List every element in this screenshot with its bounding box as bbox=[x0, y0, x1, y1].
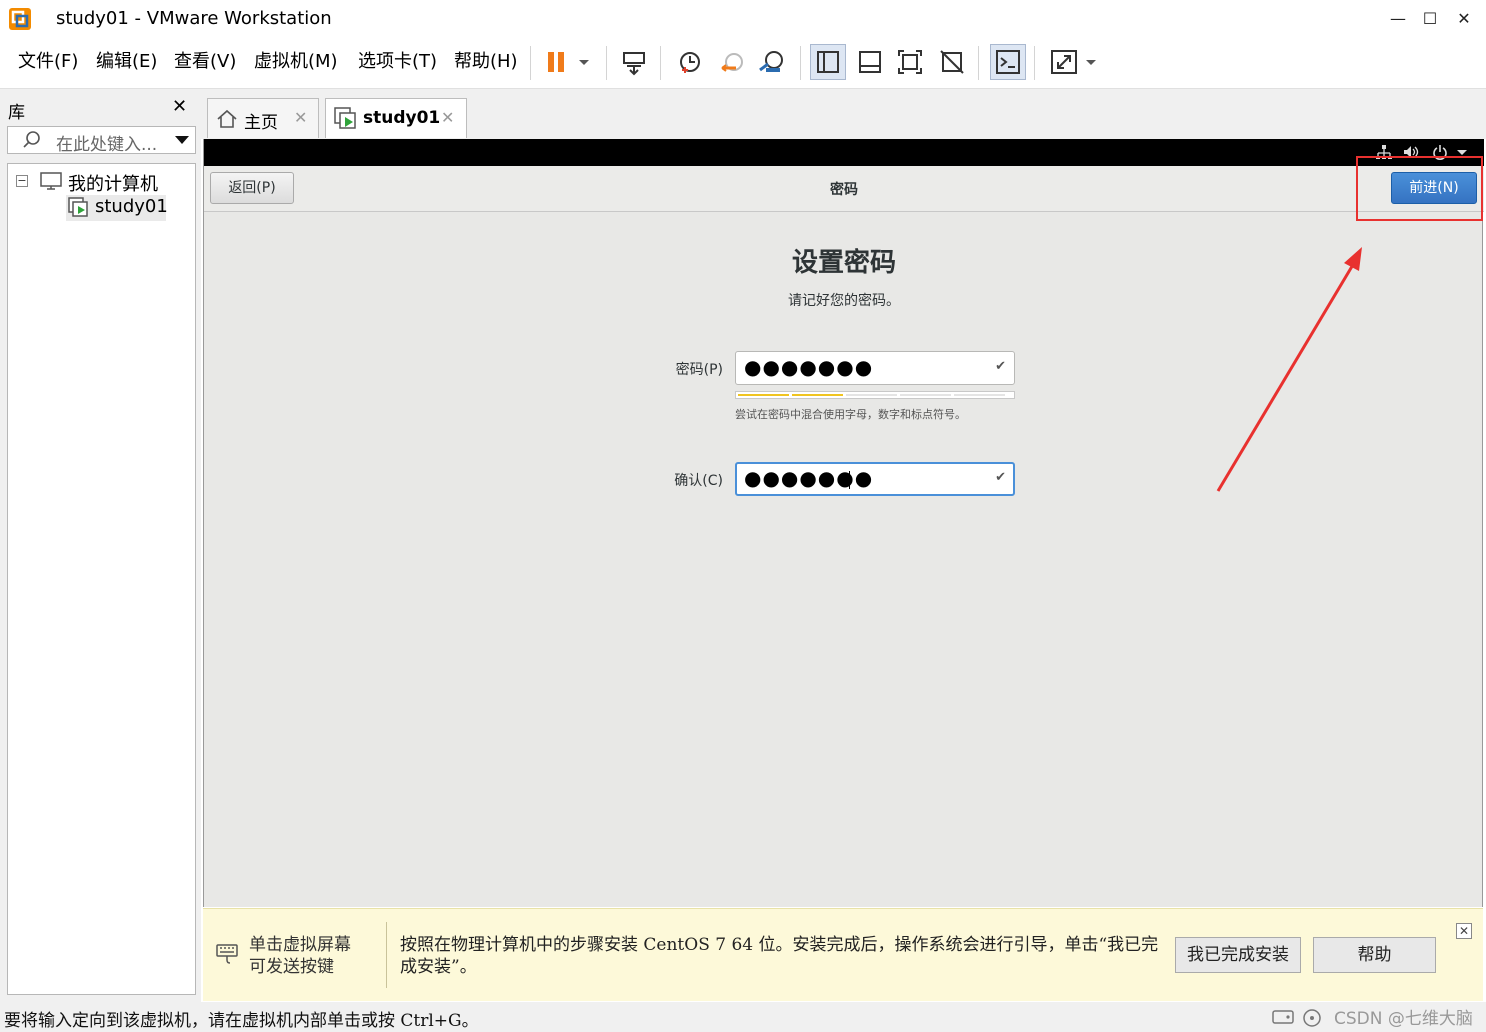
strength-segment bbox=[900, 394, 951, 396]
home-icon bbox=[216, 109, 238, 129]
back-button[interactable]: 返回(P) bbox=[210, 172, 294, 204]
keyboard-icon bbox=[215, 942, 239, 966]
password-label: 密码(P) bbox=[675, 362, 723, 378]
tab-home-label: 主页 bbox=[244, 113, 278, 133]
tab-study01-close-icon[interactable]: ✕ bbox=[441, 108, 454, 127]
toolbar-separator bbox=[978, 46, 979, 80]
toolbar-separator bbox=[1034, 46, 1035, 80]
chevron-down-icon[interactable] bbox=[174, 133, 190, 147]
library-close-button[interactable]: ✕ bbox=[172, 96, 187, 117]
vmware-logo-icon bbox=[8, 7, 32, 31]
strength-segment bbox=[846, 394, 897, 396]
vm-top-bar bbox=[204, 139, 1484, 166]
strength-segment bbox=[738, 394, 789, 396]
hard-disk-icon[interactable] bbox=[1272, 1008, 1294, 1026]
toolbar-separator bbox=[800, 46, 801, 80]
finished-install-button[interactable]: 我已完成安装 bbox=[1175, 937, 1301, 973]
tab-home-close-icon[interactable]: ✕ bbox=[294, 108, 307, 127]
pause-dropdown-icon[interactable] bbox=[572, 44, 596, 80]
text-cursor bbox=[849, 471, 850, 489]
confirm-field[interactable]: ●●●●●●● ✔ bbox=[735, 462, 1015, 496]
strength-segment bbox=[792, 394, 843, 396]
toolbar-separator bbox=[530, 46, 531, 80]
click-screen-hint: 单击虚拟屏幕 可发送按键 bbox=[249, 934, 351, 978]
install-message: 按照在物理计算机中的步骤安装 CentOS 7 64 位。安装完成后，操作系统会… bbox=[400, 935, 1159, 977]
hint-line: 单击虚拟屏幕 bbox=[249, 935, 351, 955]
vm-running-icon bbox=[68, 197, 90, 219]
pause-icon[interactable] bbox=[540, 44, 576, 80]
menu-file[interactable]: 文件(F) bbox=[18, 49, 78, 75]
divider bbox=[386, 922, 387, 988]
thumbnail-bar-icon[interactable] bbox=[852, 44, 888, 80]
library-panel: 库 ✕ 在此处键入... − 我的计算机 study01 bbox=[0, 89, 201, 1002]
cd-drive-icon[interactable] bbox=[1302, 1008, 1322, 1028]
search-icon bbox=[22, 130, 42, 150]
stretch-icon[interactable] bbox=[1046, 44, 1082, 80]
install-notification-bar: 单击虚拟屏幕 可发送按键 按照在物理计算机中的步骤安装 CentOS 7 64 … bbox=[203, 908, 1483, 1001]
toolbar-separator bbox=[660, 46, 661, 80]
vm-screen[interactable]: 密码 返回(P) 前进(N) 设置密码 请记好您的密码。 密码(P) ●●●●●… bbox=[203, 139, 1484, 907]
vm-running-icon bbox=[334, 107, 358, 131]
tree-item-study01[interactable]: study01 bbox=[95, 196, 168, 217]
snapshot-manager-icon[interactable] bbox=[754, 44, 790, 80]
confirm-label: 确认(C) bbox=[674, 473, 723, 489]
check-icon: ✔ bbox=[995, 359, 1006, 374]
window-title: study01 - VMware Workstation bbox=[56, 8, 332, 29]
search-placeholder: 在此处键入... bbox=[56, 135, 158, 155]
menu-tabs[interactable]: 选项卡(T) bbox=[358, 49, 437, 75]
tab-study01-label: study01 bbox=[363, 108, 441, 128]
menu-toolbar: 文件(F) 编辑(E) 查看(V) 虚拟机(M) 选项卡(T) 帮助(H) bbox=[0, 38, 1486, 89]
status-bar: 要将输入定向到该虚拟机，请在虚拟机内部单击或按 Ctrl+G。 CSDN @七维… bbox=[0, 1002, 1486, 1032]
tab-study01[interactable]: study01 ✕ bbox=[325, 98, 467, 138]
show-library-icon[interactable] bbox=[810, 44, 846, 80]
menu-edit[interactable]: 编辑(E) bbox=[96, 49, 157, 75]
strength-segment bbox=[954, 394, 1005, 396]
library-tree: − 我的计算机 study01 bbox=[7, 163, 196, 995]
close-button[interactable]: ✕ bbox=[1449, 4, 1479, 34]
confirm-value: ●●●●●●● bbox=[744, 466, 874, 490]
computer-icon bbox=[40, 171, 62, 191]
annotation-arrow bbox=[1216, 247, 1362, 492]
menu-help[interactable]: 帮助(H) bbox=[454, 49, 518, 75]
maximize-button[interactable]: ☐ bbox=[1415, 4, 1445, 34]
status-text: 要将输入定向到该虚拟机，请在虚拟机内部单击或按 Ctrl+G。 bbox=[4, 1011, 479, 1031]
full-screen-icon[interactable] bbox=[892, 44, 928, 80]
minimize-button[interactable]: — bbox=[1383, 4, 1413, 34]
tree-item-my-computer[interactable]: 我的计算机 bbox=[68, 170, 158, 196]
tab-bar: 主页 ✕ study01 ✕ bbox=[201, 89, 1486, 139]
check-icon: ✔ bbox=[995, 470, 1006, 485]
tree-collapse-icon[interactable]: − bbox=[16, 175, 28, 187]
unity-icon[interactable] bbox=[934, 44, 970, 80]
help-button[interactable]: 帮助 bbox=[1313, 937, 1436, 973]
watermark: CSDN @七维大脑 bbox=[1334, 1009, 1473, 1029]
title-bar: study01 - VMware Workstation — ☐ ✕ bbox=[0, 0, 1486, 38]
header-title: 密码 bbox=[830, 182, 858, 198]
snapshot-icon[interactable] bbox=[672, 44, 708, 80]
password-hint: 尝试在密码中混合使用字母，数字和标点符号。 bbox=[735, 408, 966, 421]
tab-home[interactable]: 主页 ✕ bbox=[207, 98, 319, 138]
hint-line: 可发送按键 bbox=[249, 957, 334, 977]
stretch-dropdown-icon[interactable] bbox=[1080, 44, 1102, 80]
menu-view[interactable]: 查看(V) bbox=[174, 49, 236, 75]
notification-close-button[interactable]: ✕ bbox=[1456, 923, 1472, 939]
library-title: 库 bbox=[8, 103, 25, 123]
console-view-icon[interactable] bbox=[990, 44, 1026, 80]
toolbar-separator bbox=[606, 46, 607, 80]
password-strength-bar bbox=[735, 391, 1015, 399]
password-field[interactable]: ●●●●●●● ✔ bbox=[735, 351, 1015, 385]
password-value: ●●●●●●● bbox=[744, 355, 874, 379]
revert-snapshot-icon[interactable] bbox=[714, 44, 750, 80]
installer-header: 密码 返回(P) 前进(N) bbox=[204, 166, 1484, 212]
annotation-highlight-box bbox=[1356, 156, 1483, 221]
library-search-input[interactable]: 在此处键入... bbox=[7, 126, 196, 155]
menu-vm[interactable]: 虚拟机(M) bbox=[254, 49, 338, 75]
send-ctrl-alt-del-icon[interactable] bbox=[616, 44, 652, 80]
